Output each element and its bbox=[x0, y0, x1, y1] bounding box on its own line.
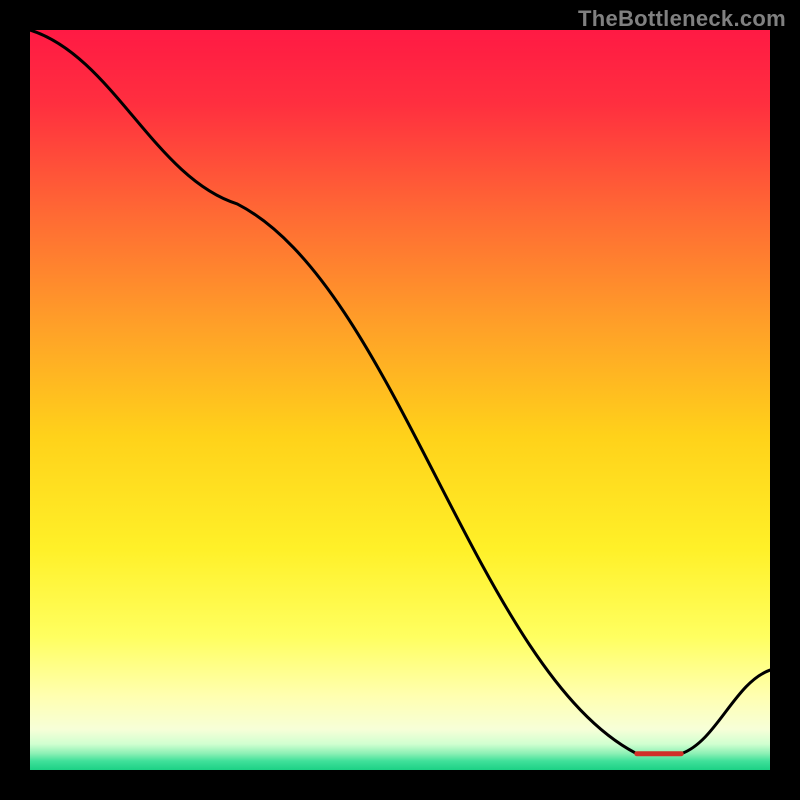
watermark-text: TheBottleneck.com bbox=[578, 6, 786, 32]
gradient-background bbox=[30, 30, 770, 770]
chart-container: TheBottleneck.com bbox=[0, 0, 800, 800]
chart-plot bbox=[30, 30, 770, 770]
